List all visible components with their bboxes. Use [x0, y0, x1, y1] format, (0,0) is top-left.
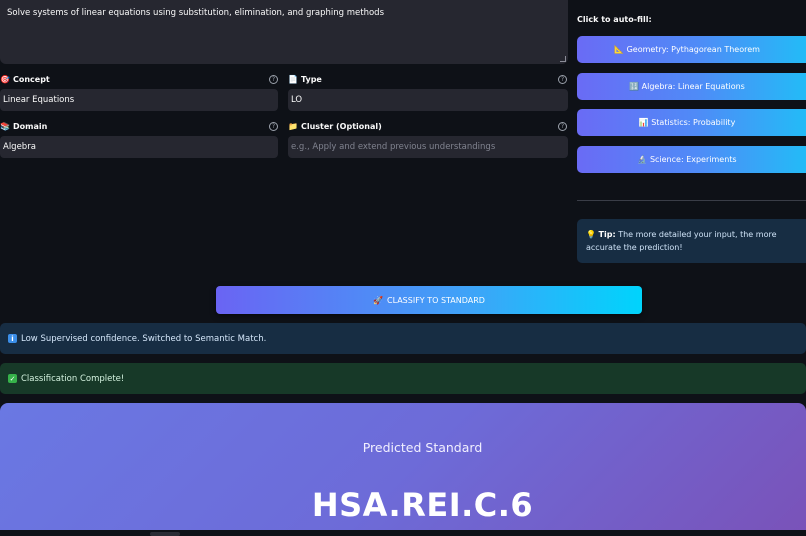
- bottom-scroll-indicator: [150, 532, 180, 536]
- concept-input[interactable]: Linear Equations: [0, 89, 278, 111]
- info-alert: i Low Supervised confidence. Switched to…: [0, 323, 806, 354]
- autofill-label: Click to auto-fill:: [577, 15, 652, 24]
- example-button-statistics[interactable]: 📊 Statistics: Probability: [577, 109, 806, 136]
- panel-divider: [577, 200, 806, 201]
- bar-chart-icon: 📊: [638, 118, 649, 127]
- concept-label: 🎯 Concept: [0, 75, 50, 84]
- bottom-bar: [0, 530, 806, 536]
- concept-icon: 🎯: [0, 75, 10, 84]
- description-textarea[interactable]: Solve systems of linear equations using …: [0, 0, 568, 64]
- domain-icon: 📚: [0, 122, 10, 131]
- success-alert: ✓ Classification Complete!: [0, 363, 806, 394]
- microscope-icon: 🔬: [637, 155, 648, 164]
- resize-handle[interactable]: [560, 56, 566, 62]
- concept-help-icon[interactable]: ?: [269, 75, 278, 84]
- type-icon: 📄: [288, 75, 298, 84]
- domain-input[interactable]: Algebra: [0, 136, 278, 158]
- triangle-ruler-icon: 📐: [614, 45, 625, 54]
- rocket-icon: 🚀: [373, 295, 383, 305]
- cluster-help-icon[interactable]: ?: [558, 122, 567, 131]
- info-icon: i: [8, 334, 17, 343]
- cluster-label: 📁 Cluster (Optional): [288, 122, 382, 131]
- predicted-standard-code: HSA.REI.C.6: [311, 486, 534, 524]
- domain-help-icon[interactable]: ?: [269, 122, 278, 131]
- folder-icon: 📁: [288, 122, 298, 131]
- cluster-input[interactable]: e.g., Apply and extend previous understa…: [288, 136, 568, 158]
- result-subtitle: Predicted Standard: [362, 440, 483, 455]
- check-icon: ✓: [8, 374, 17, 383]
- domain-label: 📚 Domain: [0, 122, 48, 131]
- example-button-algebra[interactable]: 🔢 Algebra: Linear Equations: [577, 73, 806, 100]
- type-help-icon[interactable]: ?: [558, 75, 567, 84]
- tip-box: 💡 Tip: The more detailed your input, the…: [577, 219, 806, 263]
- numbers-icon: 🔢: [629, 82, 640, 91]
- example-button-geometry[interactable]: 📐 Geometry: Pythagorean Theorem: [577, 36, 806, 63]
- description-text: Solve systems of linear equations using …: [7, 8, 385, 18]
- lightbulb-icon: 💡: [586, 230, 596, 239]
- classify-button[interactable]: 🚀 CLASSIFY TO STANDARD: [216, 286, 642, 314]
- type-input[interactable]: LO: [288, 89, 568, 111]
- example-button-science[interactable]: 🔬 Science: Experiments: [577, 146, 806, 173]
- type-label: 📄 Type: [288, 75, 322, 84]
